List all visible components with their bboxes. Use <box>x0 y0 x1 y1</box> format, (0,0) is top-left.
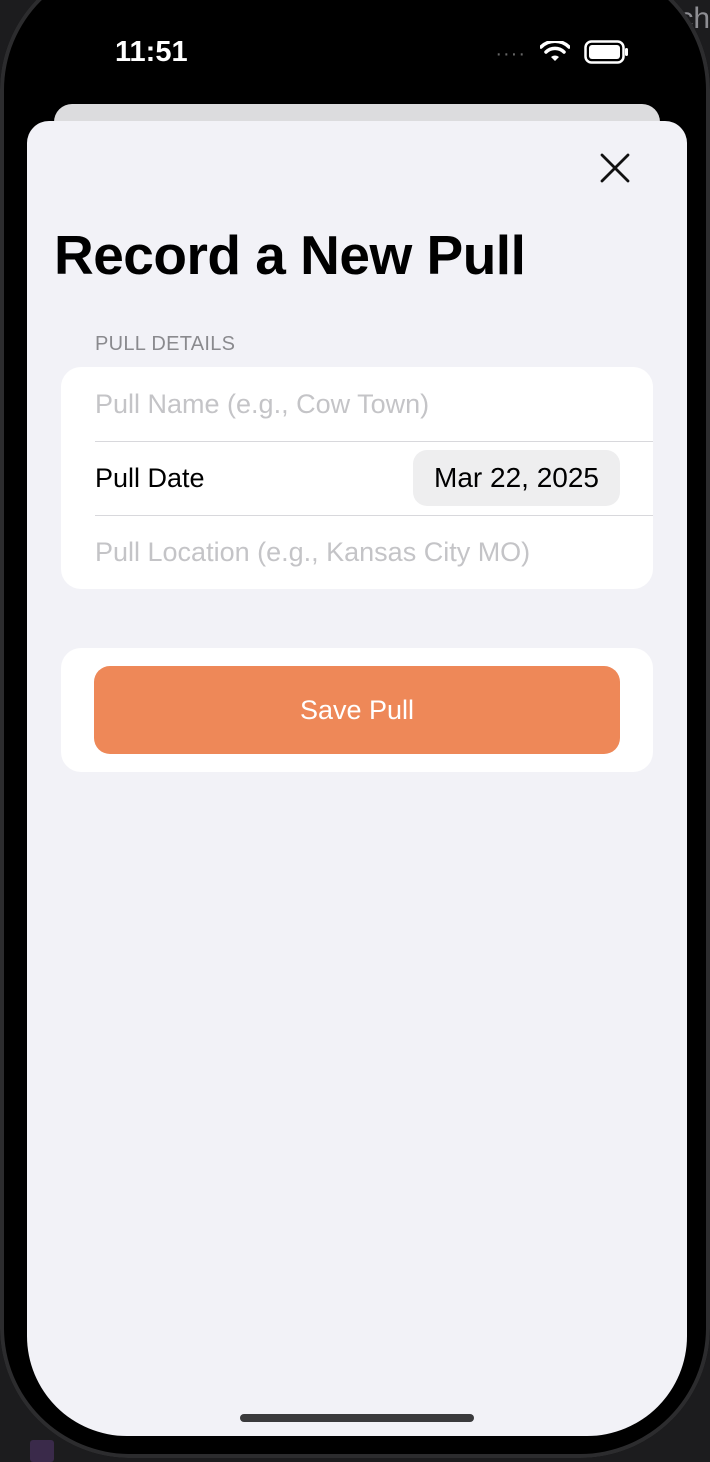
pull-date-row: Pull Date Mar 22, 2025 <box>95 441 653 516</box>
wifi-icon <box>539 39 571 68</box>
battery-icon <box>584 40 630 69</box>
section-header-pull-details: PULL DETAILS <box>95 333 236 355</box>
close-button[interactable] <box>595 148 635 188</box>
pull-location-field[interactable]: Pull Location (e.g., Kansas City MO) <box>95 537 653 568</box>
signal-indicator: ···· <box>495 43 526 65</box>
background-app-icon <box>30 1440 54 1462</box>
pull-name-row: Pull Name (e.g., Cow Town) <box>95 367 653 442</box>
new-pull-sheet: Record a New Pull PULL DETAILS Pull Name… <box>27 121 687 1436</box>
status-time: 11:51 <box>115 36 188 68</box>
pull-details-card: Pull Name (e.g., Cow Town) Pull Date Mar… <box>61 367 653 589</box>
save-pull-button[interactable]: Save Pull <box>94 666 620 754</box>
page-title: Record a New Pull <box>54 224 526 286</box>
home-indicator[interactable] <box>240 1414 474 1422</box>
close-icon <box>600 153 630 183</box>
save-card: Save Pull <box>61 648 653 772</box>
pull-date-picker[interactable]: Mar 22, 2025 <box>413 450 620 506</box>
status-bar: 11:51 ···· <box>0 0 710 100</box>
pull-name-field[interactable]: Pull Name (e.g., Cow Town) <box>95 389 653 420</box>
pull-location-row: Pull Location (e.g., Kansas City MO) <box>95 515 653 589</box>
pull-date-label: Pull Date <box>95 462 205 493</box>
